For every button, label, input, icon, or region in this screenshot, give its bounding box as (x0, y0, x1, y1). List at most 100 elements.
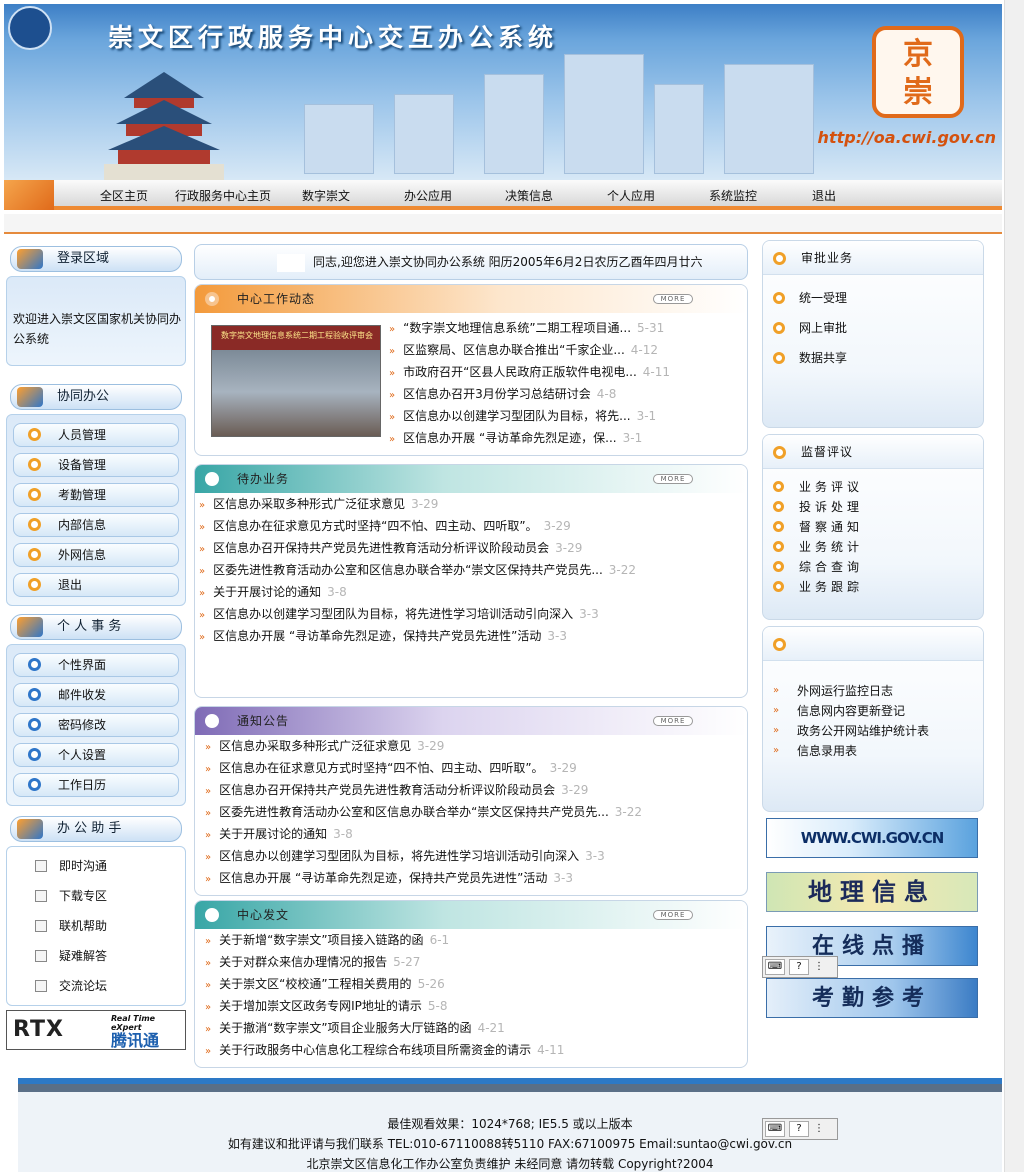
header-dot-icon (205, 292, 219, 306)
help-icon[interactable]: ? (789, 1121, 809, 1137)
menu-item-forum[interactable]: 交流论坛 (7, 971, 185, 1001)
menu-arrow-icon[interactable]: ⋮ (813, 960, 825, 976)
nav-item-service-center-home[interactable]: 行政服务中心主页 (175, 187, 271, 204)
news-photo[interactable]: 数字崇文地理信息系统二期工程验收评审会 (211, 325, 381, 437)
search-icon (35, 950, 47, 962)
list-item[interactable]: » 关于行政服务中心信息化工程综合布线项目所需资金的请示 4-11 (205, 1039, 747, 1061)
monitor-item-network-log[interactable]: » 外网运行监控日志 (763, 681, 983, 701)
arrow-icon: » (205, 742, 212, 753)
list-item[interactable]: » 关于撤消“数字崇文”项目企业服务大厅链路的函 4-21 (205, 1017, 747, 1039)
list-item[interactable]: » 区信息办在征求意见方式时坚持“四不怕、四主动、四听取”。 3-29 (205, 757, 747, 779)
arrow-icon: » (773, 745, 780, 756)
list-item[interactable]: » 区委先进性教育活动办公室和区信息办联合举办“崇文区保持共产党员先... 3-22 (205, 801, 747, 823)
list-item[interactable]: » 区信息办以创建学习型团队为目标，将先... 3-1 (389, 405, 739, 427)
supervise-item-complaints[interactable]: 投诉处理 (763, 497, 983, 517)
nav-item-logout[interactable]: 退出 (812, 187, 836, 204)
menu-item-change-password[interactable]: 密码修改 (13, 713, 179, 737)
supervise-item-statistics[interactable]: 业务统计 (763, 537, 983, 557)
list-item[interactable]: » 区信息办开展 “寻访革命先烈足迹，保持共产党员先进性”活动 3-3 (199, 625, 747, 647)
menu-item-logout[interactable]: 退出 (13, 573, 179, 597)
approval-item-data-sharing[interactable]: 数据共享 (763, 343, 983, 373)
arrow-icon: » (389, 434, 396, 445)
list-item[interactable]: » 关于新增“数字崇文”项目接入链路的函 6-1 (205, 929, 747, 951)
more-button[interactable]: MORE (653, 716, 693, 726)
list-item[interactable]: » 区委先进性教育活动办公室和区信息办联合举办“崇文区保持共产党员先... 3-22 (199, 559, 747, 581)
supervise-item-inspection-notice[interactable]: 督察通知 (763, 517, 983, 537)
list-item[interactable]: » 关于增加崇文区政务专网IP地址的请示 5-8 (205, 995, 747, 1017)
docs-box: 中心发文 MORE » 关于新增“数字崇文”项目接入链路的函 6-1 » 关于对群众来… (194, 900, 748, 1068)
vertical-scrollbar[interactable] (1004, 0, 1024, 1172)
list-item[interactable]: » 区信息办以创建学习型团队为目标，将先进性学习培训活动引向深入 3-3 (199, 603, 747, 625)
menu-item-internal-info[interactable]: 内部信息 (13, 513, 179, 537)
chat-icon (35, 860, 47, 872)
arrow-icon: » (199, 588, 206, 599)
menu-item-online-help[interactable]: 联机帮助 (7, 911, 185, 941)
arrow-icon: » (389, 368, 396, 379)
nav-item-district-home[interactable]: 全区主页 (100, 187, 148, 204)
list-item[interactable]: » 区信息办召开保持共产党员先进性教育活动分析评议阶段动员会 3-29 (205, 779, 747, 801)
ime-toolbar[interactable]: ⌨? ⋮ (762, 1118, 838, 1140)
help-icon[interactable]: ? (789, 959, 809, 975)
nav-item-digital-chongwen[interactable]: 数字崇文 (302, 187, 350, 204)
menu-item-attendance-management[interactable]: 考勤管理 (13, 483, 179, 507)
attendance-ref-banner[interactable]: 考勤参考 (766, 978, 978, 1018)
list-item[interactable]: » 关于开展讨论的通知 3-8 (205, 823, 747, 845)
menu-item-personal-settings[interactable]: 个人设置 (13, 743, 179, 767)
list-item[interactable]: » 区监察局、区信息办联合推出“千家企业... 4-12 (389, 339, 739, 361)
nav-strip (4, 214, 1002, 234)
notice-list: » 区信息办采取多种形式广泛征求意见 3-29 » 区信息办在征求意见方式时坚持“四不… (195, 735, 747, 889)
center-news-box: 中心工作动态 MORE 数字崇文地理信息系统二期工程验收评审会 » “数字崇文地理… (194, 284, 748, 456)
list-item[interactable]: » 区信息办开展 “寻访革命先烈足迹，保... 3-1 (389, 427, 739, 449)
list-item[interactable]: » 区信息办开展 “寻访革命先烈足迹，保持共产党员先进性”活动 3-3 (205, 867, 747, 889)
arrow-icon: » (199, 544, 206, 555)
nav-item-system-monitor[interactable]: 系统监控 (709, 187, 757, 204)
supervise-item-tracking[interactable]: 业务跟踪 (763, 577, 983, 597)
arrow-icon: » (199, 522, 206, 533)
supervise-item-business-review[interactable]: 业务评议 (763, 477, 983, 497)
supervise-item-query[interactable]: 综合查询 (763, 557, 983, 577)
rtx-logo-link[interactable]: RTX Real Time eXpert 腾讯通 (6, 1010, 186, 1050)
geo-info-banner[interactable]: 地理信息 (766, 872, 978, 912)
more-button[interactable]: MORE (653, 474, 693, 484)
list-item[interactable]: » 关于崇文区“校校通”工程相关费用的 5-26 (205, 973, 747, 995)
list-item[interactable]: » 区信息办在征求意见方式时坚持“四不怕、四主动、四听取”。 3-29 (199, 515, 747, 537)
more-button[interactable]: MORE (653, 294, 693, 304)
arrow-icon: » (773, 725, 780, 736)
ime-toolbar[interactable]: ⌨? ⋮ (762, 956, 838, 978)
approval-item-online-approval[interactable]: 网上审批 (763, 313, 983, 343)
menu-item-work-calendar[interactable]: 工作日历 (13, 773, 179, 797)
list-item[interactable]: » 区信息办召开3月份学习总结研讨会 4-8 (389, 383, 739, 405)
monitor-item-content-update[interactable]: » 信息网内容更新登记 (763, 701, 983, 721)
more-button[interactable]: MORE (653, 910, 693, 920)
menu-item-mail[interactable]: 邮件收发 (13, 683, 179, 707)
keyboard-icon[interactable]: ⌨ (765, 959, 785, 975)
arrow-icon: » (205, 936, 212, 947)
list-item[interactable]: » 关于对群众来信办理情况的报告 5-27 (205, 951, 747, 973)
monitor-item-site-maintenance[interactable]: » 政务公开网站维护统计表 (763, 721, 983, 741)
footer-best-view: 最佳观看效果：1024*768; IE5.5 或以上版本 (387, 1117, 633, 1131)
nav-item-decision-info[interactable]: 决策信息 (505, 187, 553, 204)
monitor-item-info-adoption[interactable]: » 信息录用表 (763, 741, 983, 761)
menu-item-faq[interactable]: 疑难解答 (7, 941, 185, 971)
menu-item-personal-ui[interactable]: 个性界面 (13, 653, 179, 677)
keyboard-icon[interactable]: ⌨ (765, 1121, 785, 1137)
menu-item-downloads[interactable]: 下载专区 (7, 881, 185, 911)
approval-item-unified-intake[interactable]: 统一受理 (763, 283, 983, 313)
footer: 最佳观看效果：1024*768; IE5.5 或以上版本 如有建议和批评请与我们… (18, 1078, 1002, 1172)
list-item[interactable]: » 市政府召开“区县人民政府正版软件电视电... 4-11 (389, 361, 739, 383)
menu-item-equipment-management[interactable]: 设备管理 (13, 453, 179, 477)
list-item[interactable]: » “数字崇文地理信息系统”二期工程项目通... 5-31 (389, 317, 739, 339)
menu-item-staff-management[interactable]: 人员管理 (13, 423, 179, 447)
menu-item-instant-messaging[interactable]: 即时沟通 (7, 851, 185, 881)
list-item[interactable]: » 区信息办采取多种形式广泛征求意见 3-29 (205, 735, 747, 757)
menu-item-external-info[interactable]: 外网信息 (13, 543, 179, 567)
cwi-gov-banner[interactable]: WWW.CWI.GOV.CN (766, 818, 978, 858)
list-item[interactable]: » 区信息办以创建学习型团队为目标，将先进性学习培训活动引向深入 3-3 (205, 845, 747, 867)
nav-item-personal-apps[interactable]: 个人应用 (607, 187, 655, 204)
nav-item-office-apps[interactable]: 办公应用 (404, 187, 452, 204)
list-item[interactable]: » 区信息办采取多种形式广泛征求意见 3-29 (199, 493, 747, 515)
list-item[interactable]: » 区信息办召开保持共产党员先进性教育活动分析评议阶段动员会 3-29 (199, 537, 747, 559)
menu-arrow-icon[interactable]: ⋮ (813, 1122, 825, 1138)
arrow-icon: » (389, 390, 396, 401)
list-item[interactable]: » 关于开展讨论的通知 3-8 (199, 581, 747, 603)
